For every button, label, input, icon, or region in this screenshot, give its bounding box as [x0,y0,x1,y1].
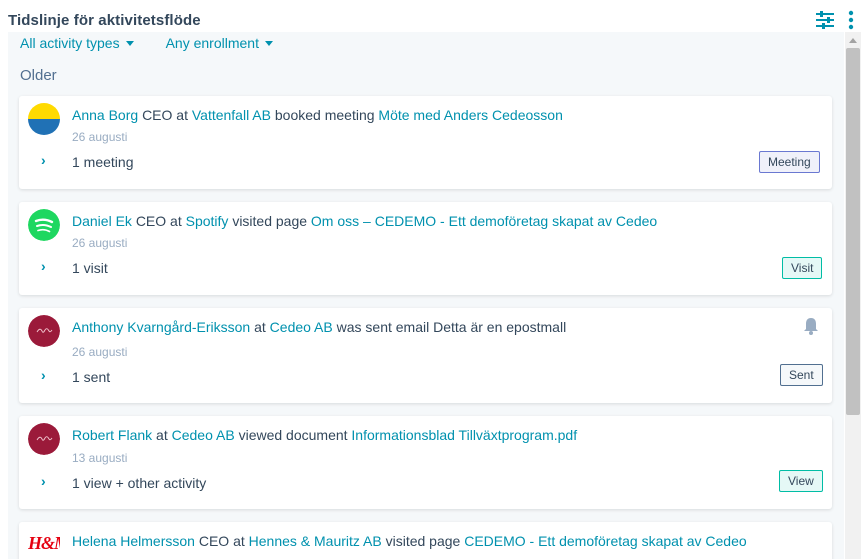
role-text: at [254,319,266,335]
action-text: viewed document [238,427,348,443]
spotify-logo [28,209,60,241]
activity-feed: All activity types Any enrollment Older A… [8,32,844,559]
visit-tag[interactable]: Visit [782,257,823,279]
caret-down-icon [264,40,273,46]
role-text: at [156,427,168,443]
meeting-tag[interactable]: Meeting [759,151,820,173]
action-text: was sent email Detta är en epostmall [336,319,567,335]
action-text: visited page [232,213,308,229]
activity-date: 26 augusti [72,236,128,250]
role-text: CEO at [198,533,245,549]
cedeo-logo [28,315,60,347]
page-title: Tidslinje för aktivitetsflöde [8,12,201,29]
view-tag[interactable]: View [779,470,823,492]
activity-summary: 1 view + other activity [72,475,207,491]
activity-card: Daniel Ek CEO at Spotify visited page Om… [19,202,832,295]
scrollbar-thumb[interactable] [846,48,860,415]
target-link[interactable]: Om oss – CEDEMO - Ett demoföretag skapat… [311,213,657,229]
contact-link[interactable]: Daniel Ek [72,213,132,229]
caret-down-icon [125,40,134,46]
chevron-right-icon[interactable]: › [41,367,46,383]
contact-link[interactable]: Anthony Kvarngård-Eriksson [72,319,250,335]
enrollment-filter[interactable]: Any enrollment [166,35,273,51]
contact-link[interactable]: Robert Flank [72,427,152,443]
activity-summary: 1 meeting [72,154,134,170]
chevron-right-icon[interactable]: › [41,152,46,168]
company-link[interactable]: Spotify [186,213,229,229]
header: Tidslinje för aktivitetsflöde [0,0,864,32]
target-link[interactable]: Möte med Anders Cedeosson [378,107,562,123]
company-link[interactable]: Cedeo AB [270,319,333,335]
role-text: CEO at [142,107,188,123]
sliders-icon[interactable] [815,11,835,29]
bell-icon[interactable] [801,316,821,336]
target-link[interactable]: Informationsblad Tillväxtprogram.pdf [351,427,577,443]
activity-text: Anna Borg CEO at Vattenfall AB booked me… [72,107,563,123]
activity-type-filter[interactable]: All activity types [20,35,134,51]
activity-card: Anna Borg CEO at Vattenfall AB booked me… [19,96,832,189]
activity-date: 26 augusti [72,345,128,359]
action-text: booked meeting [274,107,375,123]
contact-link[interactable]: Anna Borg [72,107,138,123]
contact-link[interactable]: Helena Helmersson [72,533,195,549]
enrollment-filter-label: Any enrollment [165,35,259,51]
cedeo-logo [28,423,60,455]
activity-card: H&M Helena Helmersson CEO at Hennes & Ma… [19,522,832,559]
activity-text: Robert Flank at Cedeo AB viewed document… [72,427,577,443]
vertical-ellipsis-icon[interactable] [846,10,856,30]
target-link[interactable]: CEDEMO - Ett demoföretag skapat av Cedeo [464,533,746,549]
role-text: CEO at [135,213,182,229]
company-link[interactable]: Hennes & Mauritz AB [249,533,382,549]
activity-card: Robert Flank at Cedeo AB viewed document… [19,416,832,509]
hm-logo: H&M [28,529,60,559]
vertical-scrollbar[interactable] [845,32,861,559]
action-text: visited page [385,533,461,549]
activity-date: 13 augusti [72,451,128,465]
sent-tag[interactable]: Sent [780,364,823,386]
activity-date: 26 augusti [72,130,128,144]
company-link[interactable]: Cedeo AB [172,427,235,443]
activity-type-filter-label: All activity types [20,35,120,51]
chevron-right-icon[interactable]: › [41,258,46,274]
activity-text: Daniel Ek CEO at Spotify visited page Om… [72,213,657,229]
company-link[interactable]: Vattenfall AB [192,107,271,123]
activity-summary: 1 visit [72,260,108,276]
activity-text: Helena Helmersson CEO at Hennes & Maurit… [72,533,747,549]
group-label: Older [20,67,57,84]
scroll-up-arrow-icon[interactable] [849,38,857,43]
vattenfall-logo [28,103,60,135]
activity-summary: 1 sent [72,369,111,385]
activity-text: Anthony Kvarngård-Eriksson at Cedeo AB w… [72,319,566,335]
filter-bar: All activity types Any enrollment [20,35,305,55]
activity-card: Anthony Kvarngård-Eriksson at Cedeo AB w… [19,308,832,403]
chevron-right-icon[interactable]: › [41,473,46,489]
